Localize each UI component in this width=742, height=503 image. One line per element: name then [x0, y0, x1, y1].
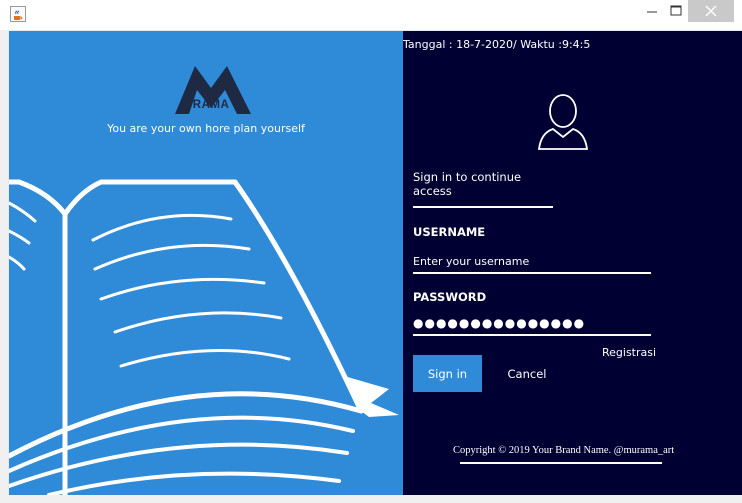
password-field[interactable]	[413, 312, 651, 336]
window-titlebar	[0, 0, 742, 30]
maximize-button[interactable]	[664, 0, 688, 22]
sign-in-subtitle: Sign in to continue access	[413, 170, 553, 208]
minimize-button[interactable]	[640, 0, 664, 22]
username-label: USERNAME	[413, 225, 486, 239]
footer-divider	[460, 462, 662, 464]
password-label: PASSWORD	[413, 290, 487, 304]
cancel-button[interactable]: Cancel	[499, 355, 555, 392]
login-panel: Tanggal : 18-7-2020/ Waktu :9:4:5 Sign i…	[403, 31, 742, 495]
sign-in-button[interactable]: Sign in	[413, 355, 482, 392]
logo-wordmark: URAMA	[184, 99, 230, 111]
brand-panel: URAMA You are your own hore plan yoursel…	[9, 31, 403, 495]
minimize-icon	[647, 11, 657, 13]
close-icon	[688, 0, 734, 22]
brand-tagline: You are your own hore plan yourself	[107, 122, 305, 135]
user-avatar-icon	[537, 94, 589, 150]
date-time-label: Tanggal : 18-7-2020/ Waktu :9:4:5	[403, 38, 591, 51]
java-cup-icon	[10, 6, 26, 22]
close-button[interactable]	[688, 0, 734, 22]
maximize-icon	[670, 5, 682, 16]
register-link[interactable]: Registrasi	[602, 346, 656, 359]
copyright-text: Copyright © 2019 Your Brand Name. @muram…	[453, 445, 675, 456]
username-field[interactable]	[413, 250, 651, 274]
